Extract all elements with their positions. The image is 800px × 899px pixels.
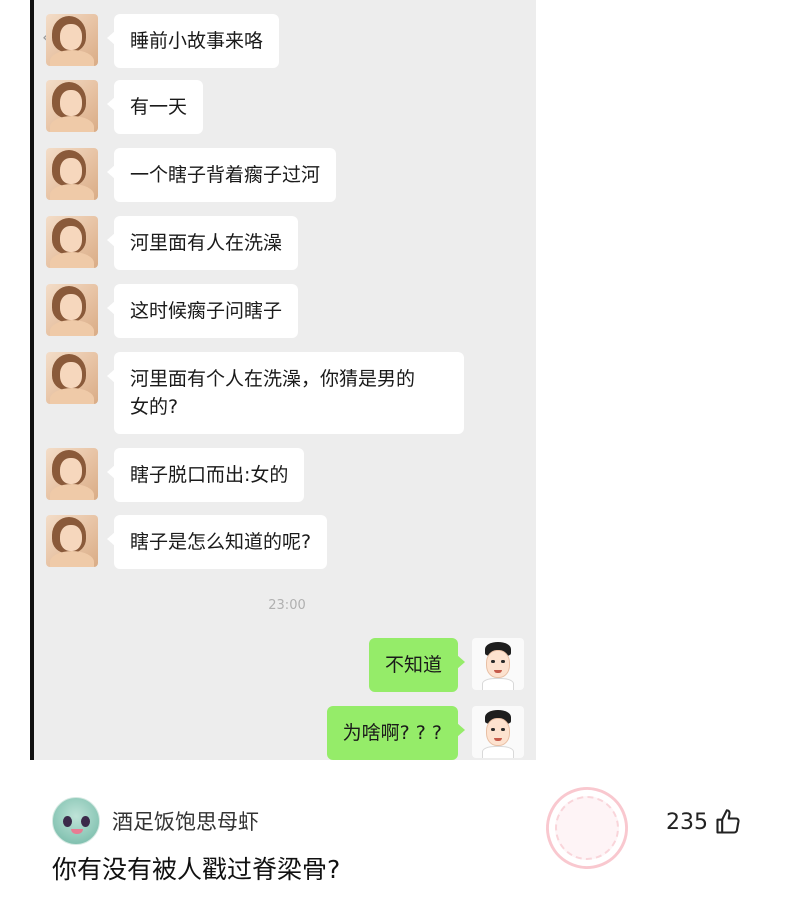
- comment-text: 你有没有被人戳过脊梁骨?: [52, 855, 341, 884]
- commenter-avatar[interactable]: [52, 797, 100, 845]
- message-bubble[interactable]: 有一天: [106, 80, 204, 134]
- sender-avatar[interactable]: [46, 515, 98, 567]
- chat-message-incoming: 瞎子是怎么知道的呢?: [46, 515, 328, 569]
- chat-message-incoming: 睡前小故事来咯: [46, 14, 280, 68]
- chat-message-incoming: 这时候瘸子问瞎子: [46, 284, 299, 338]
- stamp-watermark-icon: [535, 776, 639, 880]
- sender-avatar[interactable]: [46, 80, 98, 132]
- self-avatar[interactable]: [472, 706, 524, 758]
- chat-message-outgoing: 为啥啊? ? ?: [326, 706, 524, 760]
- sender-avatar[interactable]: [46, 448, 98, 500]
- message-bubble[interactable]: 为啥啊? ? ?: [326, 706, 466, 760]
- sender-avatar[interactable]: [46, 14, 98, 66]
- sender-avatar[interactable]: [46, 284, 98, 336]
- message-bubble[interactable]: 不知道: [368, 638, 466, 692]
- thumbs-up-icon[interactable]: [714, 808, 742, 836]
- page: ‹ 睡前小故事来咯 有一天 一个瞎子背着瘸子过河: [0, 0, 800, 899]
- message-timestamp: 23:00: [268, 598, 306, 613]
- sender-avatar[interactable]: [46, 216, 98, 268]
- chat-message-incoming: 一个瞎子背着瘸子过河: [46, 148, 337, 202]
- message-bubble[interactable]: 瞎子是怎么知道的呢?: [106, 515, 328, 569]
- chat-message-incoming: 河里面有个人在洗澡，你猜是男的 女的?: [46, 352, 464, 434]
- message-bubble[interactable]: 瞎子脱口而出:女的: [106, 448, 305, 502]
- commenter-username[interactable]: 酒足饭饱思母虾: [112, 808, 259, 836]
- chat-message-incoming: 河里面有人在洗澡: [46, 216, 299, 270]
- message-bubble[interactable]: 这时候瘸子问瞎子: [106, 284, 299, 338]
- message-bubble[interactable]: 河里面有个人在洗澡，你猜是男的 女的?: [107, 352, 464, 434]
- chat-message-incoming: 瞎子脱口而出:女的: [46, 448, 305, 502]
- sender-avatar[interactable]: [46, 352, 98, 404]
- chat-screenshot: ‹ 睡前小故事来咯 有一天 一个瞎子背着瘸子过河: [30, 0, 536, 760]
- message-bubble[interactable]: 河里面有人在洗澡: [106, 216, 299, 270]
- like-count: 235: [666, 810, 708, 835]
- chat-message-outgoing: 不知道: [368, 638, 524, 692]
- sender-avatar[interactable]: [46, 148, 98, 200]
- chat-message-incoming: 有一天: [46, 80, 204, 134]
- message-bubble[interactable]: 一个瞎子背着瘸子过河: [106, 148, 337, 202]
- self-avatar[interactable]: [472, 638, 524, 690]
- comment-item: 酒足饭饱思母虾 235 你有没有被人戳过脊梁骨?: [0, 775, 800, 899]
- message-bubble[interactable]: 睡前小故事来咯: [106, 14, 280, 68]
